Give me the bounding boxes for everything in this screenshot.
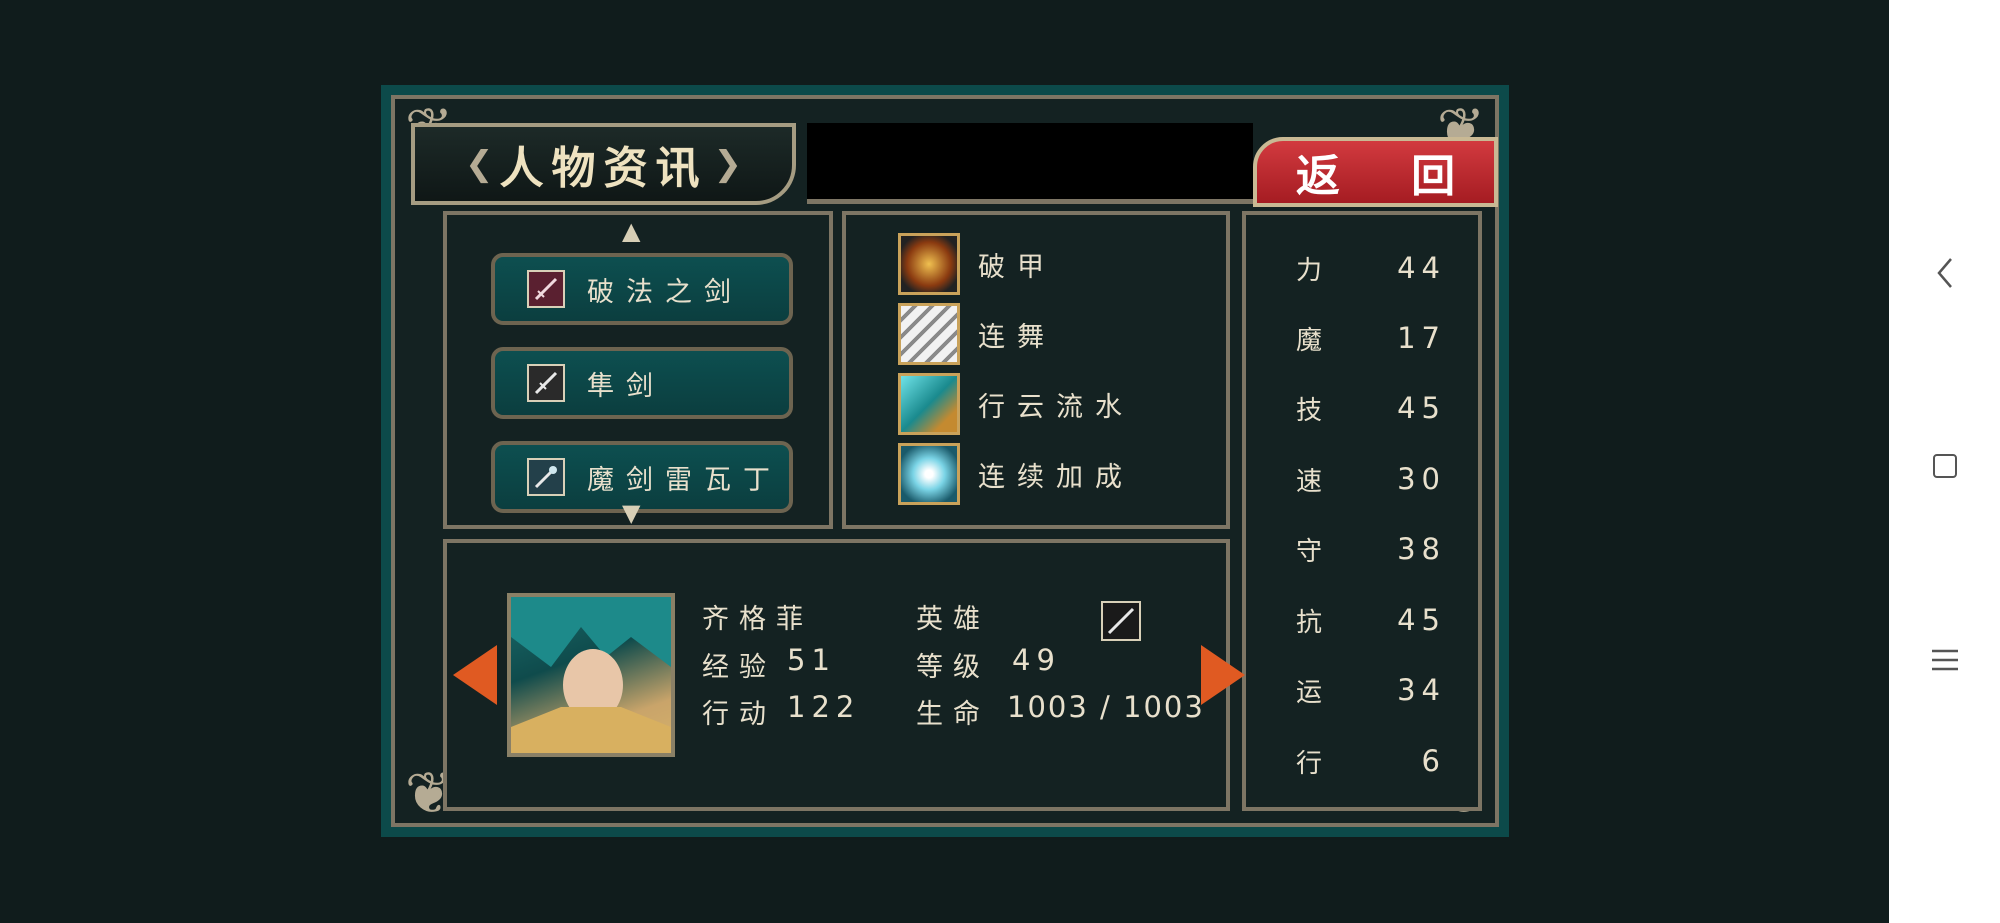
equipped-sword-icon: [1101, 601, 1141, 641]
stat-label: 技: [1296, 395, 1323, 426]
weapon-item[interactable]: 隼剑: [491, 347, 793, 419]
stat-label: 守: [1296, 536, 1323, 567]
skill-label: 破甲: [978, 251, 1056, 283]
hp-label: 生命: [916, 699, 990, 730]
skill-item[interactable]: 行云流水: [898, 373, 1134, 435]
stat-row: 守 38: [1296, 529, 1446, 569]
red-sword-icon: [527, 270, 565, 308]
weapon-label: 破法之剑: [587, 276, 743, 308]
exp-value: 51: [787, 643, 836, 677]
hp-value: 1003 / 1003: [1007, 690, 1205, 724]
stat-value: 45: [1397, 603, 1446, 637]
weapon-list-panel: ▲ 破法之剑 隼剑 魔剑雷瓦丁 ▼: [443, 211, 833, 529]
stat-label: 抗: [1296, 607, 1323, 638]
previous-character-arrow-icon[interactable]: [453, 645, 497, 705]
stat-value: 44: [1397, 251, 1446, 285]
stat-value: 6: [1421, 744, 1446, 778]
skill-label: 连舞: [978, 321, 1056, 353]
skill-list-panel: 破甲 连舞 行云流水 连续加成: [842, 211, 1230, 529]
main-frame: ❦ ❦ ❦ ❦ ❮ 人物资讯 ❯ 返 回 ▲ 破法之剑: [391, 95, 1499, 827]
stat-value: 30: [1397, 462, 1446, 496]
home-nav-icon[interactable]: [1920, 441, 1970, 491]
stat-label: 魔: [1296, 325, 1323, 356]
skill-label: 行云流水: [978, 391, 1134, 423]
action-value: 122: [787, 690, 861, 724]
character-portrait: [507, 593, 675, 757]
sword-icon: [527, 364, 565, 402]
back-button-label: 返 回: [1295, 151, 1484, 202]
stat-value: 38: [1397, 532, 1446, 566]
stat-row: 技 45: [1296, 388, 1446, 428]
right-ornament-icon: ❯: [713, 144, 743, 184]
next-character-arrow-icon[interactable]: [1201, 645, 1245, 705]
stat-row: 魔 17: [1296, 318, 1446, 358]
page-title: 人物资讯: [499, 143, 708, 194]
game-screen: ❦ ❦ ❦ ❦ ❮ 人物资讯 ❯ 返 回 ▲ 破法之剑: [381, 85, 1509, 837]
level-value: 49: [1012, 643, 1061, 677]
exp-label: 经验: [702, 652, 776, 683]
armor-break-icon: [898, 233, 960, 295]
stat-value: 17: [1397, 321, 1446, 355]
skill-item[interactable]: 连续加成: [898, 443, 1134, 505]
stat-label: 行: [1296, 748, 1323, 779]
level-label: 等级: [916, 652, 990, 683]
stat-value: 34: [1397, 673, 1446, 707]
sword-icon: [527, 458, 565, 496]
back-button[interactable]: 返 回: [1253, 137, 1498, 207]
scroll-down-icon[interactable]: ▼: [622, 499, 640, 527]
stat-label: 速: [1296, 466, 1323, 497]
stat-label: 运: [1296, 677, 1323, 708]
left-ornament-icon: ❮: [465, 144, 494, 184]
slash-icon: [898, 303, 960, 365]
stat-row: 抗 45: [1296, 600, 1446, 640]
stats-panel: 力 44 魔 17 技 45 速 30 守 38 抗 45 运 34 行 6: [1242, 211, 1482, 811]
skill-item[interactable]: 连舞: [898, 303, 1056, 365]
character-name: 齐格菲: [702, 604, 813, 635]
character-class: 英雄: [916, 604, 990, 635]
flowing-sword-icon: [898, 373, 960, 435]
stat-row: 行 6: [1296, 741, 1446, 781]
action-label: 行动: [702, 699, 776, 730]
stat-row: 速 30: [1296, 459, 1446, 499]
stat-label: 力: [1296, 255, 1323, 286]
menu-nav-icon[interactable]: [1920, 635, 1970, 685]
back-nav-icon[interactable]: [1920, 248, 1970, 298]
scroll-up-icon[interactable]: ▲: [622, 217, 640, 245]
weapon-label: 隼剑: [587, 370, 665, 402]
weapon-label: 魔剑雷瓦丁: [587, 464, 782, 496]
burst-icon: [898, 443, 960, 505]
stat-row: 力 44: [1296, 248, 1446, 288]
stat-value: 45: [1397, 391, 1446, 425]
weapon-item[interactable]: 破法之剑: [491, 253, 793, 325]
skill-item[interactable]: 破甲: [898, 233, 1056, 295]
stat-row: 运 34: [1296, 670, 1446, 710]
skill-label: 连续加成: [978, 461, 1134, 493]
weapon-item[interactable]: 魔剑雷瓦丁: [491, 441, 793, 513]
message-bar: [807, 123, 1253, 204]
title-plate: ❮ 人物资讯 ❯: [411, 123, 796, 205]
